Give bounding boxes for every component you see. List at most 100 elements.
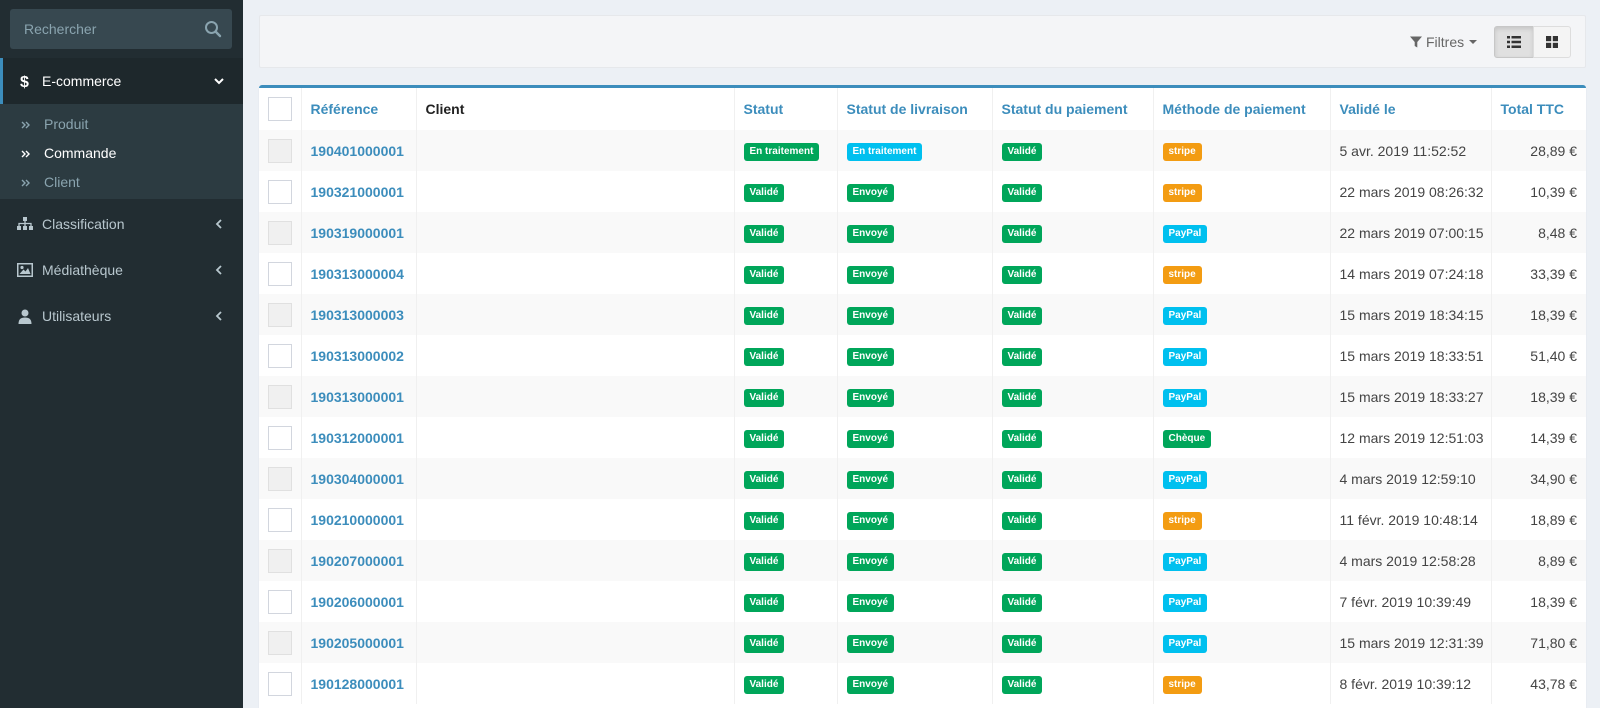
row-checkbox[interactable] bbox=[267, 466, 292, 491]
methode-cell: stripe bbox=[1153, 499, 1331, 540]
sidebar-item-label: E-commerce bbox=[42, 73, 122, 89]
table-row[interactable]: 190313000003 Validé Envoyé Validé PayPal 15 m… bbox=[259, 294, 1586, 335]
row-checkbox[interactable] bbox=[267, 261, 292, 286]
column-header-livraison[interactable]: Statut de livraison bbox=[837, 88, 993, 130]
search-icon[interactable] bbox=[204, 20, 222, 38]
table-row[interactable]: 190312000001 Validé Envoyé Validé Chèque 12 m… bbox=[259, 417, 1586, 458]
order-reference-link[interactable]: 190206000001 bbox=[311, 594, 404, 610]
livraison-badge: Envoyé bbox=[846, 429, 895, 448]
list-view-button[interactable] bbox=[1494, 26, 1534, 58]
sidebar: $ E-commerce Produit Commande Client bbox=[0, 0, 243, 708]
column-header-valide-le[interactable]: Validé le bbox=[1330, 88, 1492, 130]
statut-cell: Validé bbox=[734, 376, 838, 417]
select-all-checkbox[interactable] bbox=[267, 97, 292, 121]
table-row[interactable]: 190205000001 Validé Envoyé Validé PayPal 15 m… bbox=[259, 622, 1586, 663]
reference-cell: 190401000001 bbox=[301, 130, 417, 171]
filters-button[interactable]: Filtres bbox=[1410, 31, 1478, 53]
paiement-cell: Validé bbox=[992, 499, 1154, 540]
livraison-badge: Envoyé bbox=[846, 306, 895, 325]
caret-down-icon bbox=[1469, 40, 1478, 44]
methode-cell: stripe bbox=[1153, 130, 1331, 171]
row-select-cell bbox=[259, 376, 302, 417]
valide-le-cell: 11 févr. 2019 10:48:14 bbox=[1330, 499, 1492, 540]
grid-view-button[interactable] bbox=[1533, 26, 1571, 58]
table-row[interactable]: 190206000001 Validé Envoyé Validé PayPal 7 fé… bbox=[259, 581, 1586, 622]
column-header-statut[interactable]: Statut bbox=[734, 88, 838, 130]
row-checkbox[interactable] bbox=[267, 671, 292, 696]
row-checkbox[interactable] bbox=[267, 138, 292, 163]
table-row[interactable]: 190210000001 Validé Envoyé Validé stripe 11 f… bbox=[259, 499, 1586, 540]
order-reference-link[interactable]: 190312000001 bbox=[311, 430, 404, 446]
table-row[interactable]: 190401000001 En traitement En traitement Va… bbox=[259, 130, 1586, 171]
order-reference-link[interactable]: 190313000003 bbox=[311, 307, 404, 323]
row-checkbox[interactable] bbox=[267, 179, 292, 204]
row-checkbox[interactable] bbox=[267, 384, 292, 409]
order-reference-link[interactable]: 190313000001 bbox=[311, 389, 404, 405]
reference-cell: 190205000001 bbox=[301, 622, 417, 663]
order-reference-link[interactable]: 190321000001 bbox=[311, 184, 404, 200]
total-cell: 71,80 € bbox=[1530, 634, 1577, 651]
total-cell: 8,48 € bbox=[1538, 224, 1577, 241]
statut-cell: Validé bbox=[734, 294, 838, 335]
sidebar-item-mediatheque[interactable]: Médiathèque bbox=[0, 247, 243, 293]
order-reference-link[interactable]: 190304000001 bbox=[311, 471, 404, 487]
sidebar-subitem-client[interactable]: Client bbox=[0, 168, 243, 196]
methode-cell: PayPal bbox=[1153, 581, 1331, 622]
livraison-badge: Envoyé bbox=[846, 347, 895, 366]
paiement-badge: Validé bbox=[1001, 306, 1043, 325]
sidebar-item-classification[interactable]: Classification bbox=[0, 201, 243, 247]
sidebar-subitem-produit[interactable]: Produit bbox=[0, 110, 243, 138]
column-header-methode[interactable]: Méthode de paiement bbox=[1153, 88, 1331, 130]
row-checkbox[interactable] bbox=[267, 589, 292, 614]
order-reference-link[interactable]: 190319000001 bbox=[311, 225, 404, 241]
table-row[interactable]: 190313000002 Validé Envoyé Validé PayPal 15 m… bbox=[259, 335, 1586, 376]
column-header-paiement[interactable]: Statut du paiement bbox=[992, 88, 1154, 130]
statut-cell: Validé bbox=[734, 212, 838, 253]
reference-cell: 190210000001 bbox=[301, 499, 417, 540]
statut-badge: Validé bbox=[743, 265, 785, 284]
methode-badge: stripe bbox=[1162, 142, 1202, 161]
order-reference-link[interactable]: 190313000004 bbox=[311, 266, 404, 282]
table-row[interactable]: 190313000001 Validé Envoyé Validé PayPal 15 m… bbox=[259, 376, 1586, 417]
paiement-badge: Validé bbox=[1001, 224, 1043, 243]
methode-badge: PayPal bbox=[1162, 552, 1208, 571]
sidebar-item-utilisateurs[interactable]: Utilisateurs bbox=[0, 293, 243, 339]
paiement-cell: Validé bbox=[992, 458, 1154, 499]
sidebar-item-ecommerce[interactable]: $ E-commerce bbox=[0, 58, 243, 104]
order-reference-link[interactable]: 190128000001 bbox=[311, 676, 404, 692]
row-checkbox[interactable] bbox=[267, 343, 292, 368]
row-checkbox[interactable] bbox=[267, 507, 292, 532]
valide-le-cell: 15 mars 2019 18:34:15 bbox=[1330, 294, 1492, 335]
row-checkbox[interactable] bbox=[267, 630, 292, 655]
client-cell bbox=[416, 335, 735, 376]
order-reference-link[interactable]: 190401000001 bbox=[311, 143, 404, 159]
table-row[interactable]: 190207000001 Validé Envoyé Validé PayPal 4 ma… bbox=[259, 540, 1586, 581]
statut-cell: Validé bbox=[734, 663, 838, 704]
order-reference-link[interactable]: 190210000001 bbox=[311, 512, 404, 528]
valide-le-cell: 15 mars 2019 12:31:39 bbox=[1330, 622, 1492, 663]
table-row[interactable]: 190304000001 Validé Envoyé Validé PayPal 4 ma… bbox=[259, 458, 1586, 499]
table-row[interactable]: 190313000004 Validé Envoyé Validé stripe 14 m… bbox=[259, 253, 1586, 294]
table-row[interactable]: 190128000001 Validé Envoyé Validé stripe 8 fé… bbox=[259, 663, 1586, 704]
row-checkbox[interactable] bbox=[267, 548, 292, 573]
row-select-cell bbox=[259, 663, 302, 704]
column-header-reference[interactable]: Référence bbox=[301, 88, 417, 130]
row-select-cell bbox=[259, 171, 302, 212]
sidebar-subitem-commande[interactable]: Commande bbox=[0, 139, 243, 167]
order-reference-link[interactable]: 190205000001 bbox=[311, 635, 404, 651]
table-row[interactable]: 190319000001 Validé Envoyé Validé PayPal 22 m… bbox=[259, 212, 1586, 253]
order-reference-link[interactable]: 190313000002 bbox=[311, 348, 404, 364]
row-checkbox[interactable] bbox=[267, 302, 292, 327]
row-select-cell bbox=[259, 581, 302, 622]
statut-cell: Validé bbox=[734, 171, 838, 212]
search-input[interactable] bbox=[10, 9, 200, 49]
column-header-total[interactable]: Total TTC bbox=[1491, 88, 1586, 130]
order-reference-link[interactable]: 190207000001 bbox=[311, 553, 404, 569]
column-header-client: Client bbox=[416, 88, 735, 130]
livraison-cell: Envoyé bbox=[837, 581, 993, 622]
sidebar-item-label: Médiathèque bbox=[42, 262, 123, 278]
table-row[interactable]: 190321000001 Validé Envoyé Validé stripe 22 m… bbox=[259, 171, 1586, 212]
livraison-badge: Envoyé bbox=[846, 511, 895, 530]
row-checkbox[interactable] bbox=[267, 425, 292, 450]
row-checkbox[interactable] bbox=[267, 220, 292, 245]
